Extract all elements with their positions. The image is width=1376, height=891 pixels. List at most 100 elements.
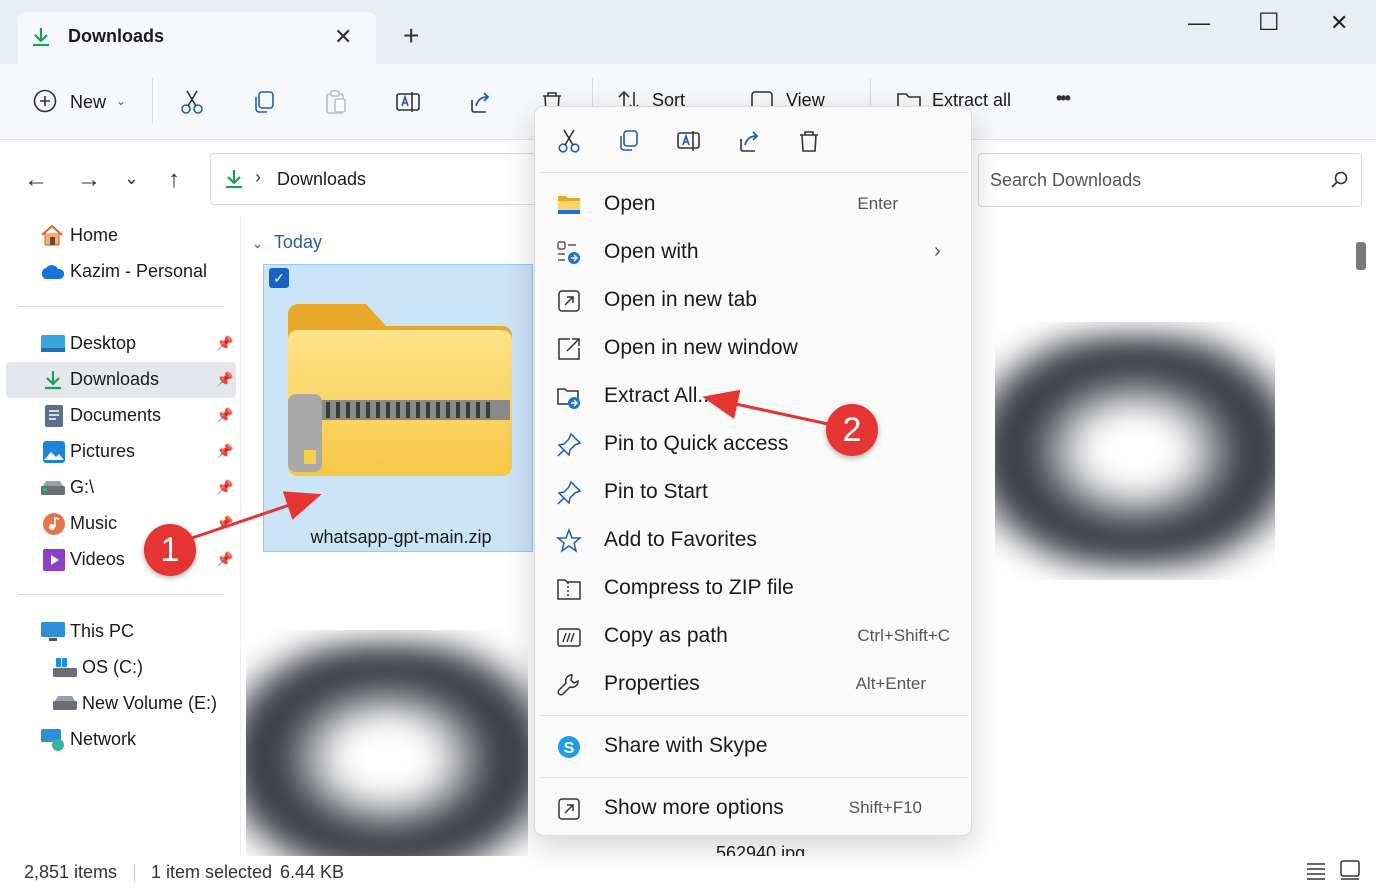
pin-icon: 📌 [216,407,234,423]
close-window-button[interactable]: ✕ [1330,10,1348,36]
menu-item-label: Open with [604,240,699,263]
menu-item-show-more-options[interactable]: Show more options Shift+F10 [540,786,968,832]
sidebar-item-pictures[interactable]: Pictures 📌 [6,434,236,470]
desktop-icon [41,335,65,352]
sidebar-item-music[interactable]: Music 📌 [6,506,236,542]
share-icon[interactable] [736,128,762,154]
menu-item-pin-to-start[interactable]: Pin to Start [540,470,968,516]
download-arrow-icon [33,28,49,47]
sidebar-item-onedrive[interactable]: Kazim - Personal [6,254,236,290]
pin-icon: 📌 [216,479,234,495]
cut-icon[interactable] [556,128,582,154]
copy-icon[interactable] [616,128,642,154]
home-icon [41,224,63,246]
up-arrow-icon[interactable]: ↑ [168,166,180,194]
group-title: Today [273,232,322,252]
sidebar-item-home[interactable]: Home [6,218,236,254]
file-name: whatsapp-gpt-main.zip [310,527,492,547]
chevron-down-icon: ⌄ [116,94,127,108]
pin-icon: 📌 [216,371,234,387]
new-tab-icon [558,290,580,312]
more-options-icon [558,798,580,820]
menu-item-label: Properties [604,672,700,695]
share-icon[interactable] [466,88,494,116]
scrollbar-thumb[interactable] [1356,242,1366,270]
menu-item-copy-as-path[interactable]: Copy as path Ctrl+Shift+C [540,614,968,660]
status-divider [134,864,135,882]
menu-divider [540,172,968,173]
maximize-button[interactable]: ☐ [1258,8,1280,37]
menu-item-share-skype[interactable]: S Share with Skype [540,724,968,770]
menu-item-label: Extract All... [604,384,715,407]
new-tab-button[interactable]: + [403,20,419,52]
forward-arrow-icon[interactable]: → [77,166,101,194]
this-pc-icon [41,622,65,641]
sidebar-item-label: Music [70,513,118,533]
menu-item-add-to-favorites[interactable]: Add to Favorites [540,518,968,564]
rename-icon[interactable] [394,88,422,116]
blurred-thumbnail[interactable] [246,630,528,856]
tab-close-icon[interactable]: ✕ [334,24,352,50]
delete-icon[interactable] [796,128,822,154]
pin-icon: 📌 [216,515,234,531]
menu-item-label: Show more options [604,796,784,819]
menu-item-label: Pin to Quick access [604,432,789,455]
pin-icon: 📌 [216,551,234,567]
file-name: 562940.jpg [716,843,806,856]
search-icon[interactable] [1330,170,1350,190]
blurred-thumbnail[interactable] [995,322,1275,580]
plus-circle-icon [33,89,57,113]
rename-icon[interactable] [676,128,702,154]
menu-item-open-new-window[interactable]: Open in new window [540,326,968,372]
search-placeholder: Search Downloads [990,170,1142,190]
sidebar-item-label: Videos [70,549,125,569]
skype-icon: S [558,736,580,758]
sidebar-divider [18,306,224,307]
star-icon [556,528,582,553]
music-icon [43,513,65,535]
sidebar-item-documents[interactable]: Documents 📌 [6,398,236,434]
minimize-button[interactable]: — [1188,10,1210,36]
new-button[interactable]: New ⌄ [22,84,132,120]
menu-shortcut: Alt+Enter [855,674,926,693]
menu-item-open-new-tab[interactable]: Open in new tab [540,278,968,324]
menu-item-properties[interactable]: Properties Alt+Enter [540,662,968,708]
paste-icon[interactable] [322,88,350,116]
sidebar-item-downloads[interactable]: Downloads 📌 [6,362,236,398]
sidebar-divider [18,594,224,595]
sidebar-item-new-volume-e[interactable]: New Volume (E:) [6,686,236,722]
menu-item-compress-zip[interactable]: Compress to ZIP file [540,566,968,612]
menu-item-open-with[interactable]: Open with › [540,230,968,276]
large-icons-view-icon[interactable] [1340,860,1360,880]
sidebar-item-label: Documents [70,405,162,425]
sidebar-item-videos[interactable]: Videos 📌 [6,542,236,578]
breadcrumb-downloads[interactable]: Downloads [277,169,366,190]
wrench-icon [557,674,579,696]
svg-text:S: S [564,740,575,757]
sidebar-item-label: Network [70,729,137,749]
sidebar-item-g-drive[interactable]: G:\ 📌 [6,470,236,506]
menu-shortcut: Enter [857,194,898,213]
recent-locations-chevron-icon[interactable]: ⌄ [124,168,139,189]
sidebar-item-os-c[interactable]: OS (C:) [6,650,236,686]
folder-open-icon [558,196,580,214]
drive-icon [41,481,65,495]
copy-icon[interactable] [250,88,278,116]
group-header-today[interactable]: ⌄ Today [252,232,322,253]
menu-item-open[interactable]: Open Enter [540,182,968,228]
details-view-icon[interactable] [1306,862,1326,880]
back-arrow-icon[interactable]: ← [24,166,48,194]
sidebar-item-network[interactable]: Network [6,722,236,758]
os-drive-icon [53,658,77,677]
tab-title: Downloads [68,26,165,46]
more-options-icon[interactable]: ••• [1056,88,1071,109]
menu-item-extract-all[interactable]: Extract All... [540,374,968,420]
checkbox-selected[interactable]: ✓ [269,268,289,288]
cut-icon[interactable] [178,88,206,116]
sidebar-item-desktop[interactable]: Desktop 📌 [6,326,236,362]
onedrive-cloud-icon [41,265,65,279]
sidebar-item-this-pc[interactable]: This PC [6,614,236,650]
menu-item-pin-quick-access[interactable]: Pin to Quick access [540,422,968,468]
address-bar[interactable]: › Downloads [210,153,540,205]
chevron-right-icon: › [934,240,941,262]
